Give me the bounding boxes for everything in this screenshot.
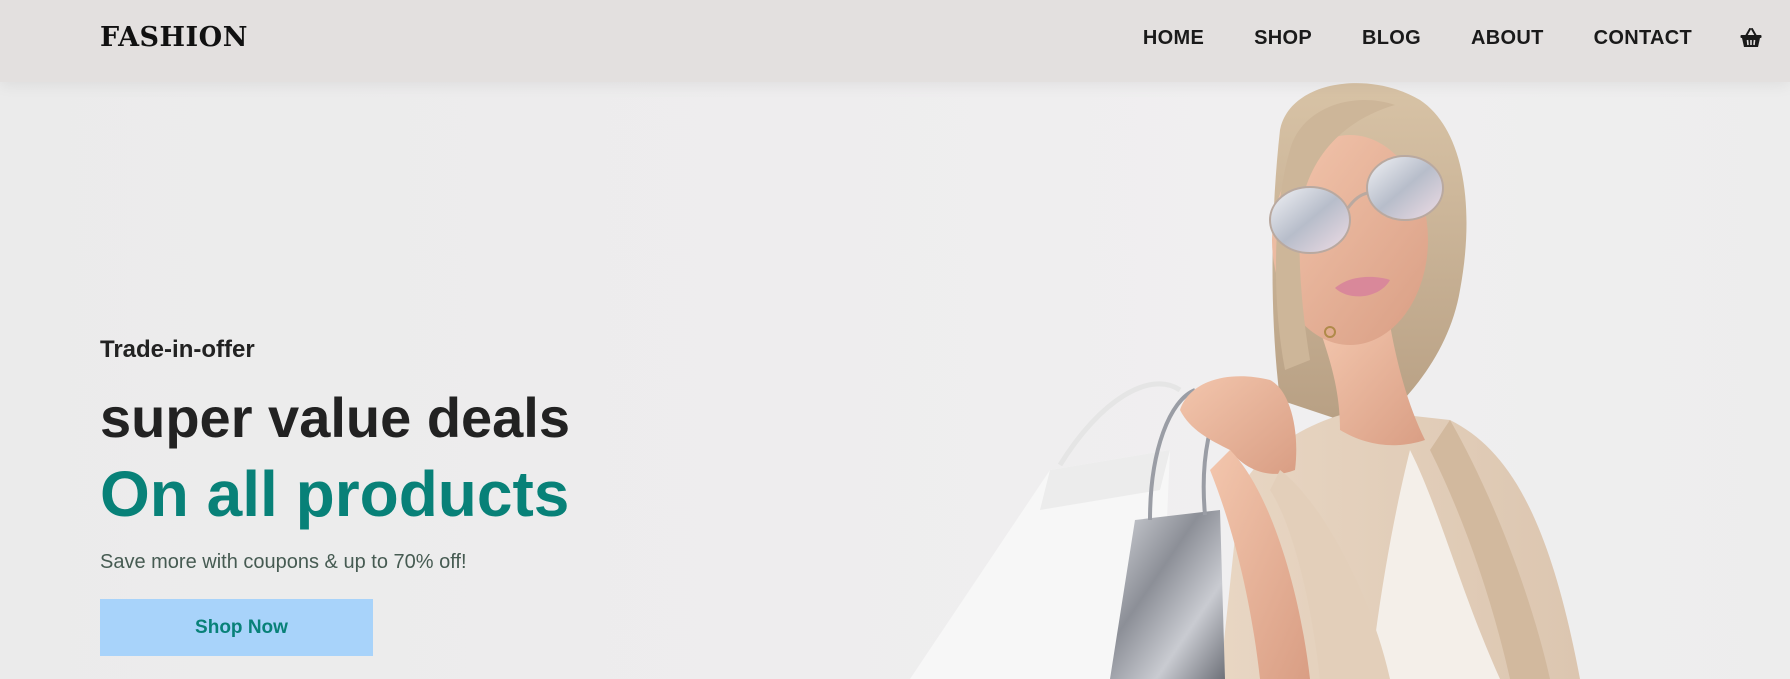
nav-home[interactable]: HOME bbox=[1143, 27, 1204, 50]
hero-headline: super value deals bbox=[100, 386, 571, 449]
nav-contact[interactable]: CONTACT bbox=[1594, 27, 1692, 50]
main-nav: HOME SHOP BLOG ABOUT CONTACT bbox=[1143, 0, 1762, 76]
hero-subtitle: Trade-in-offer bbox=[100, 336, 255, 363]
hero-description: Save more with coupons & up to 70% off! bbox=[100, 551, 467, 573]
model-with-shopping-bags-image bbox=[910, 83, 1580, 679]
shopping-basket-icon[interactable] bbox=[1740, 28, 1762, 48]
logo[interactable]: FASHION bbox=[100, 22, 248, 53]
nav-about[interactable]: ABOUT bbox=[1471, 27, 1544, 50]
site-header: FASHION HOME SHOP BLOG ABOUT CONTACT bbox=[0, 0, 1790, 82]
nav-blog[interactable]: BLOG bbox=[1362, 27, 1421, 50]
shop-now-button[interactable]: Shop Now bbox=[100, 599, 373, 656]
hero-headline-accent: On all products bbox=[100, 458, 570, 530]
nav-shop[interactable]: SHOP bbox=[1254, 27, 1312, 50]
